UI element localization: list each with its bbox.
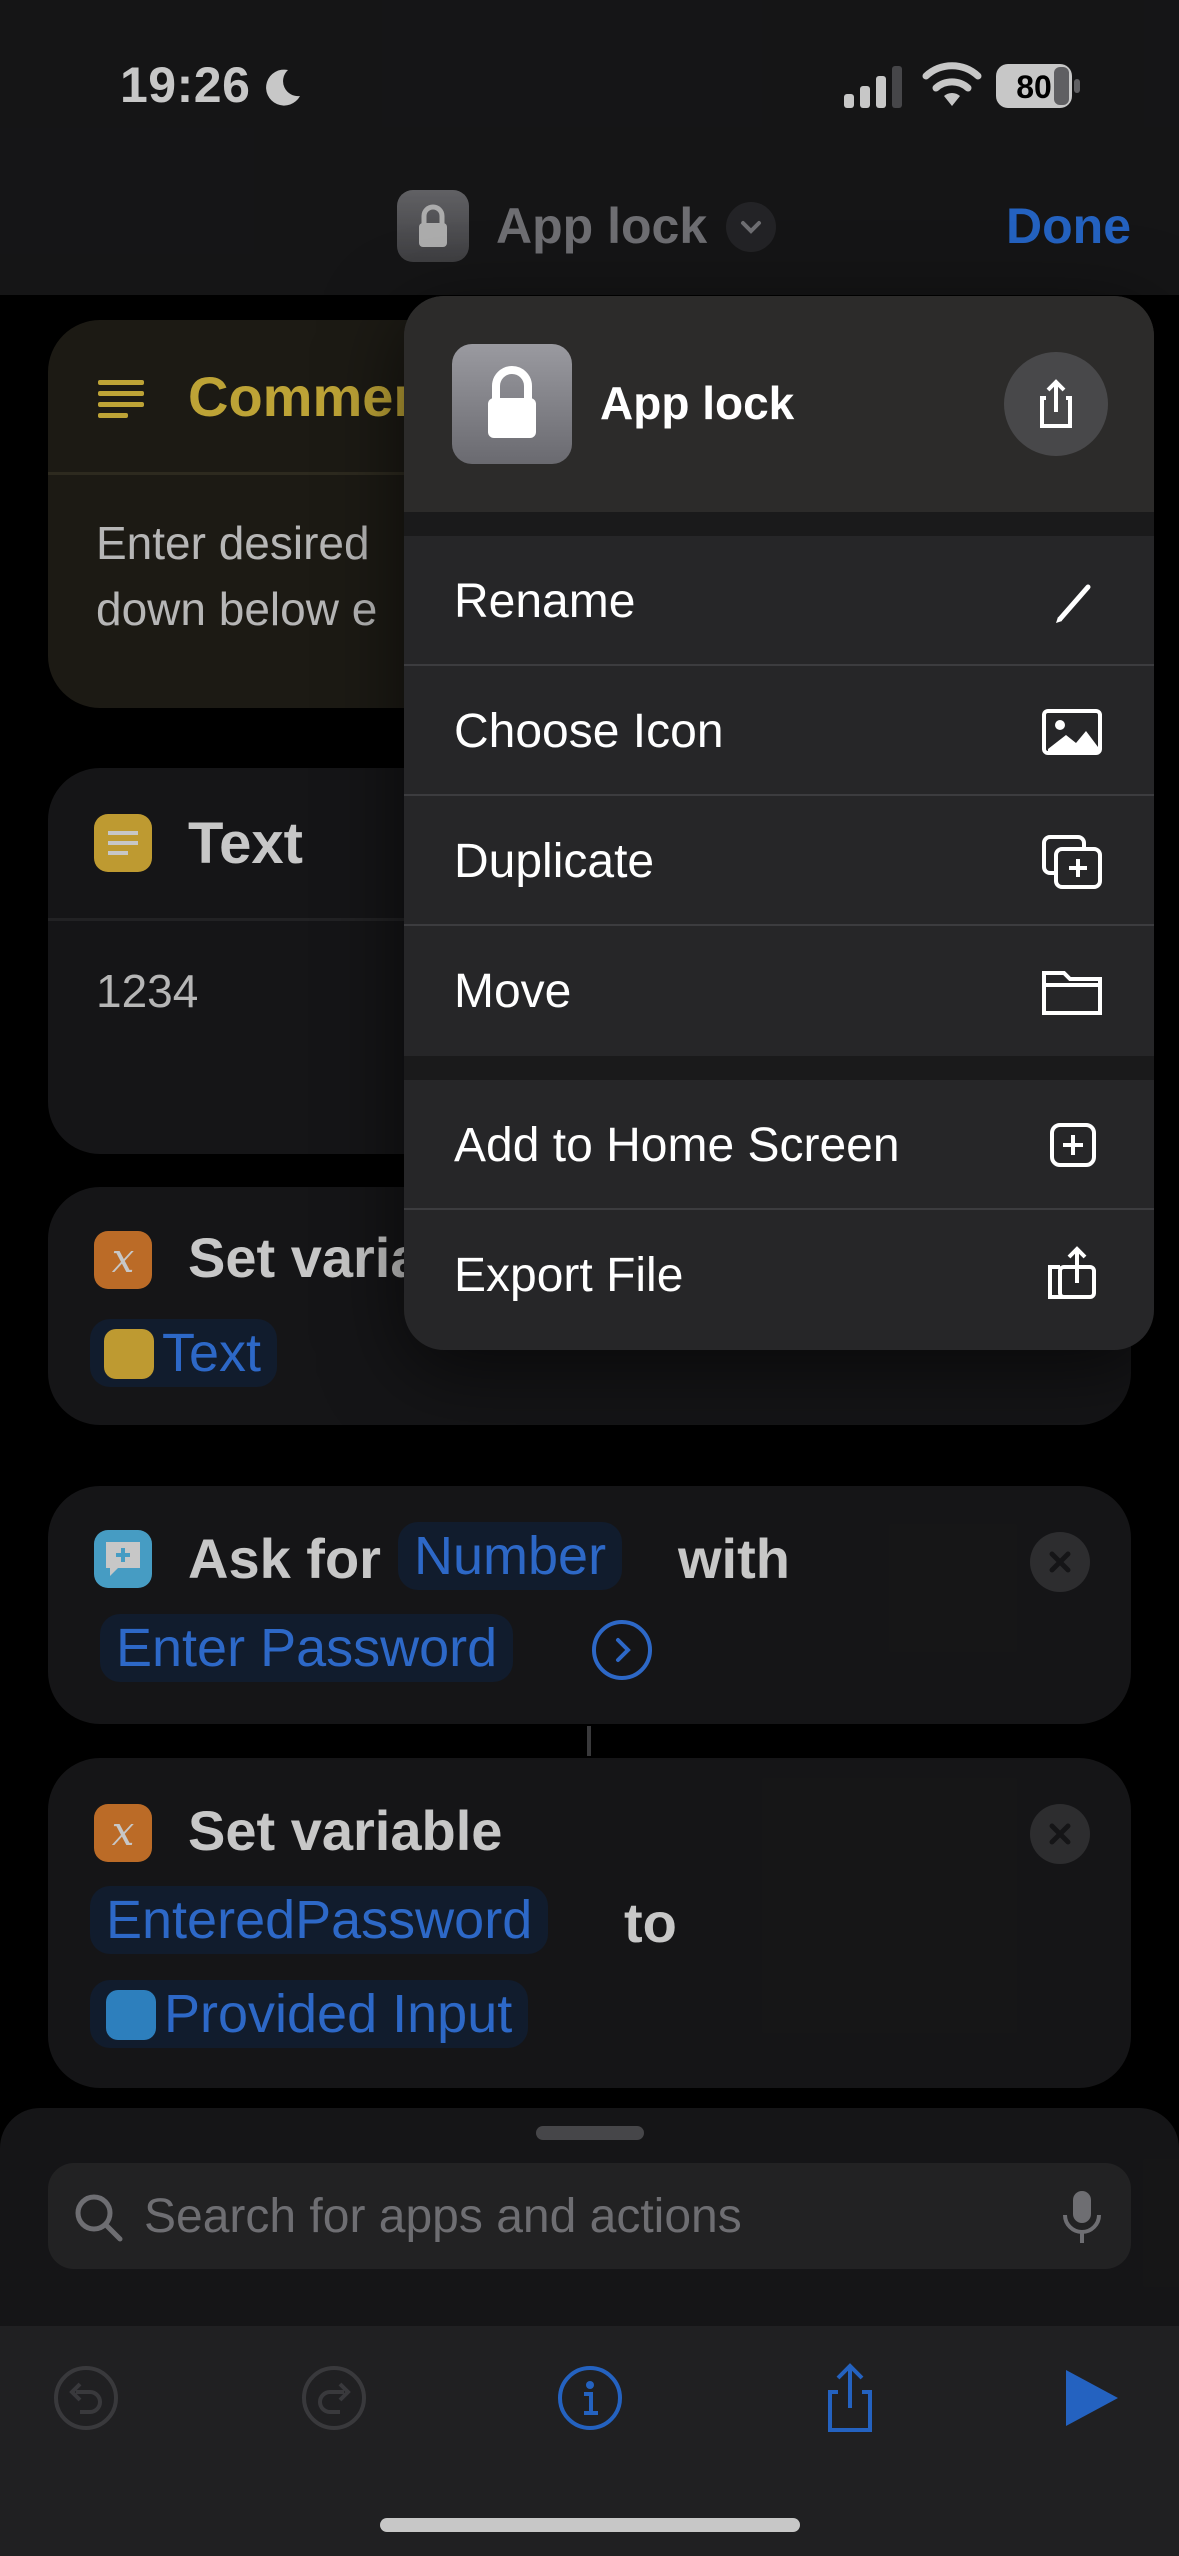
plus-square-icon — [1050, 1123, 1096, 1167]
with-label: with — [678, 1527, 790, 1590]
set-variable-action-card[interactable]: x Set variable EnteredPassword to Provid… — [48, 1758, 1131, 2088]
info-icon[interactable] — [550, 2358, 630, 2438]
action-connector — [587, 1726, 591, 1756]
status-time: 19:26 — [120, 57, 251, 113]
close-icon — [1049, 1823, 1071, 1845]
text-action-value[interactable]: 1234 — [96, 964, 198, 1018]
ask-input-token-icon — [106, 1990, 156, 2040]
microphone-icon[interactable] — [1057, 2187, 1107, 2247]
play-icon[interactable] — [1050, 2358, 1130, 2438]
lock-icon — [488, 366, 536, 438]
navigation-bar: 19:26 80 App lock Done — [0, 0, 1179, 295]
done-button[interactable]: Done — [1006, 197, 1131, 255]
token-label: Provided Input — [164, 1984, 513, 2044]
shortcut-context-menu: App lock Rename Choose Icon Duplicate Mo… — [404, 296, 1154, 1350]
menu-item-add-to-home-screen[interactable]: Add to Home Screen — [404, 1080, 1154, 1210]
menu-item-label: Choose Icon — [454, 705, 724, 758]
text-action-icon — [94, 814, 152, 872]
share-icon[interactable] — [810, 2358, 890, 2438]
menu-item-duplicate[interactable]: Duplicate — [404, 796, 1154, 926]
menu-separator — [404, 1056, 1154, 1080]
menu-item-rename[interactable]: Rename — [404, 536, 1154, 666]
cellular-signal-icon — [844, 66, 902, 108]
shortcut-icon[interactable] — [397, 190, 469, 262]
menu-item-label: Export File — [454, 1249, 684, 1302]
menu-separator — [404, 512, 1154, 536]
folder-icon — [1042, 971, 1102, 1015]
to-label: to — [624, 1891, 677, 1954]
provided-input-token[interactable]: Provided Input — [90, 1980, 529, 2048]
lock-icon — [419, 204, 447, 247]
comment-title: Commen — [188, 365, 428, 428]
ask-for-input-action-card[interactable]: Ask for Number with Enter Password — [48, 1486, 1131, 1724]
sheet-grabber[interactable] — [536, 2126, 644, 2140]
menu-title: App lock — [600, 377, 795, 429]
menu-item-label: Rename — [454, 575, 636, 628]
title-menu-button[interactable] — [726, 202, 776, 252]
menu-item-label: Move — [454, 965, 572, 1018]
home-indicator — [380, 2518, 800, 2532]
comment-lines-icon — [98, 380, 144, 418]
menu-item-label: Add to Home Screen — [454, 1119, 900, 1172]
undo-icon[interactable] — [46, 2358, 126, 2438]
token-label: Text — [162, 1323, 262, 1383]
share-button[interactable] — [1004, 352, 1108, 456]
chevron-down-icon — [741, 221, 761, 234]
menu-header: App lock — [404, 296, 1154, 512]
shortcut-title[interactable]: App lock — [496, 197, 707, 255]
menu-item-export-file[interactable]: Export File — [404, 1210, 1154, 1340]
battery-level: 80 — [1016, 69, 1052, 105]
focus-moon-icon — [266, 69, 300, 106]
menu-item-label: Duplicate — [454, 835, 655, 888]
share-icon — [1040, 379, 1072, 428]
duplicate-icon — [1042, 835, 1102, 889]
shortcut-icon — [452, 344, 572, 464]
search-field[interactable] — [48, 2163, 1131, 2269]
variable-name-token[interactable]: EnteredPassword — [90, 1886, 549, 1954]
menu-item-move[interactable]: Move — [404, 926, 1154, 1056]
search-input[interactable] — [144, 2163, 1044, 2269]
variable-x-icon: x — [94, 1804, 152, 1862]
pencil-icon — [1056, 584, 1091, 623]
text-token-icon — [104, 1329, 154, 1379]
text-action-title: Text — [188, 811, 303, 876]
comment-body[interactable]: Enter desired down below e — [96, 510, 377, 642]
menu-item-choose-icon[interactable]: Choose Icon — [404, 666, 1154, 796]
expand-chevron-button[interactable] — [592, 1620, 652, 1680]
remove-action-button[interactable] — [1030, 1804, 1090, 1864]
chevron-right-icon — [616, 1638, 631, 1662]
photo-icon — [1042, 709, 1102, 755]
search-icon — [75, 2194, 123, 2242]
set-variable-title: Set variable — [188, 1799, 503, 1862]
input-type-token[interactable]: Number — [398, 1522, 623, 1590]
redo-icon[interactable] — [294, 2358, 374, 2438]
set-variable-title: Set varia — [188, 1226, 422, 1289]
remove-action-button[interactable] — [1030, 1532, 1090, 1592]
ask-input-icon — [94, 1530, 152, 1588]
prompt-token[interactable]: Enter Password — [100, 1614, 514, 1682]
wifi-icon — [922, 62, 982, 106]
export-icon — [1048, 1246, 1096, 1299]
text-variable-token[interactable]: Text — [90, 1319, 278, 1387]
close-icon — [1049, 1551, 1071, 1573]
variable-x-icon: x — [94, 1231, 152, 1289]
ask-for-label: Ask for — [188, 1527, 381, 1590]
